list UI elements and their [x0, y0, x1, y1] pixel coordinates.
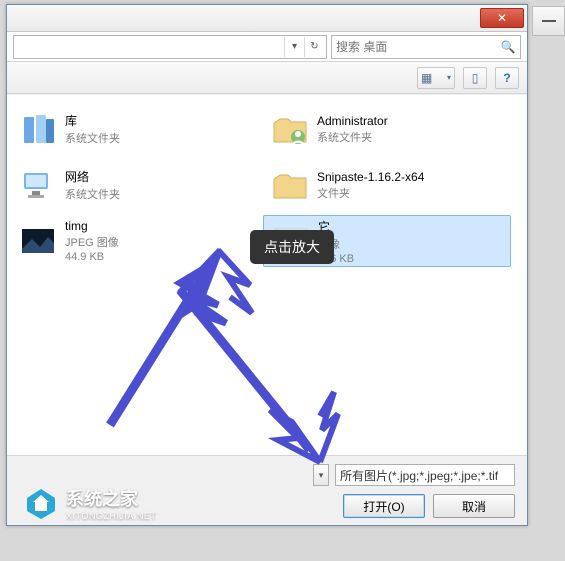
grid-icon: ▦ — [421, 71, 432, 85]
dialog-buttons: 打开(O) 取消 — [19, 494, 515, 518]
minimize-icon — [542, 20, 556, 22]
image-thumb-icon — [17, 220, 59, 262]
user-folder-icon — [269, 108, 311, 150]
titlebar: ✕ — [7, 5, 527, 32]
bottom-bar: ▾ 所有图片(*.jpg;*.jpeg;*.jpe;*.tif 打开(O) 取消 — [7, 455, 527, 525]
file-sub: 文件夹 — [317, 185, 424, 201]
filename-row: ▾ 所有图片(*.jpg;*.jpeg;*.jpe;*.tif — [19, 464, 515, 486]
file-item-network[interactable]: 网络 系统文件夹 — [11, 159, 259, 211]
file-size: 44.9 KB — [65, 251, 119, 263]
file-list: 库 系统文件夹 网络 系统文件夹 timg JPEG 图像 44.9 KB — [7, 94, 527, 454]
network-icon — [17, 164, 59, 206]
libraries-icon — [17, 108, 59, 150]
folder-icon — [269, 164, 311, 206]
background-window-fragment — [532, 6, 565, 36]
help-icon: ? — [503, 71, 510, 85]
file-name: timg — [65, 219, 119, 233]
toolbar: ▦ ▾ ▯ ? — [7, 62, 527, 94]
search-box[interactable]: 🔍 — [331, 35, 521, 59]
address-bar[interactable]: ▾ ↻ — [13, 35, 327, 59]
filetype-label: 所有图片(*.jpg;*.jpeg;*.jpe;*.tif — [340, 467, 498, 484]
refresh-icon: ↻ — [310, 41, 318, 52]
open-button[interactable]: 打开(O) — [343, 494, 425, 518]
view-mode-button[interactable]: ▦ ▾ — [417, 67, 455, 89]
filetype-dropdown[interactable]: 所有图片(*.jpg;*.jpeg;*.jpe;*.tif — [335, 464, 515, 486]
file-item-administrator[interactable]: Administrator 系统文件夹 — [263, 103, 511, 155]
open-file-dialog: ✕ ▾ ↻ 🔍 ▦ ▾ ▯ ? 库 系统文件 — [6, 4, 528, 526]
file-type: JPEG 图像 — [65, 234, 119, 250]
image-thumb-icon — [270, 220, 312, 262]
preview-pane-button[interactable]: ▯ — [463, 67, 487, 89]
help-button[interactable]: ? — [495, 67, 519, 89]
search-input[interactable] — [336, 40, 500, 54]
file-name: 它 — [318, 218, 354, 235]
address-dropdown[interactable]: ▾ — [284, 37, 304, 57]
filename-combo-dropdown[interactable]: ▾ — [313, 464, 329, 486]
file-name: Administrator — [317, 114, 388, 128]
chevron-down-icon: ▾ — [447, 73, 451, 82]
address-row: ▾ ↻ 🔍 — [7, 32, 527, 62]
file-size: 106 KB — [318, 253, 354, 265]
cancel-button[interactable]: 取消 — [433, 494, 515, 518]
file-sub: 系统文件夹 — [317, 129, 388, 145]
file-item-selected[interactable]: 它 图像 106 KB — [263, 215, 511, 267]
file-sub: 系统文件夹 — [65, 186, 120, 202]
file-item-libraries[interactable]: 库 系统文件夹 — [11, 103, 259, 155]
file-name: 库 — [65, 112, 120, 129]
refresh-button[interactable]: ↻ — [304, 37, 324, 57]
file-item-snipaste[interactable]: Snipaste-1.16.2-x64 文件夹 — [263, 159, 511, 211]
file-name: Snipaste-1.16.2-x64 — [317, 170, 424, 184]
chevron-down-icon: ▾ — [292, 41, 297, 52]
file-sub: 系统文件夹 — [65, 130, 120, 146]
file-item-timg[interactable]: timg JPEG 图像 44.9 KB — [11, 215, 259, 267]
close-icon: ✕ — [497, 11, 507, 25]
panel-icon: ▯ — [472, 71, 479, 85]
file-type: 图像 — [318, 236, 354, 252]
file-name: 网络 — [65, 168, 120, 185]
close-button[interactable]: ✕ — [480, 8, 524, 28]
search-icon[interactable]: 🔍 — [500, 39, 516, 55]
